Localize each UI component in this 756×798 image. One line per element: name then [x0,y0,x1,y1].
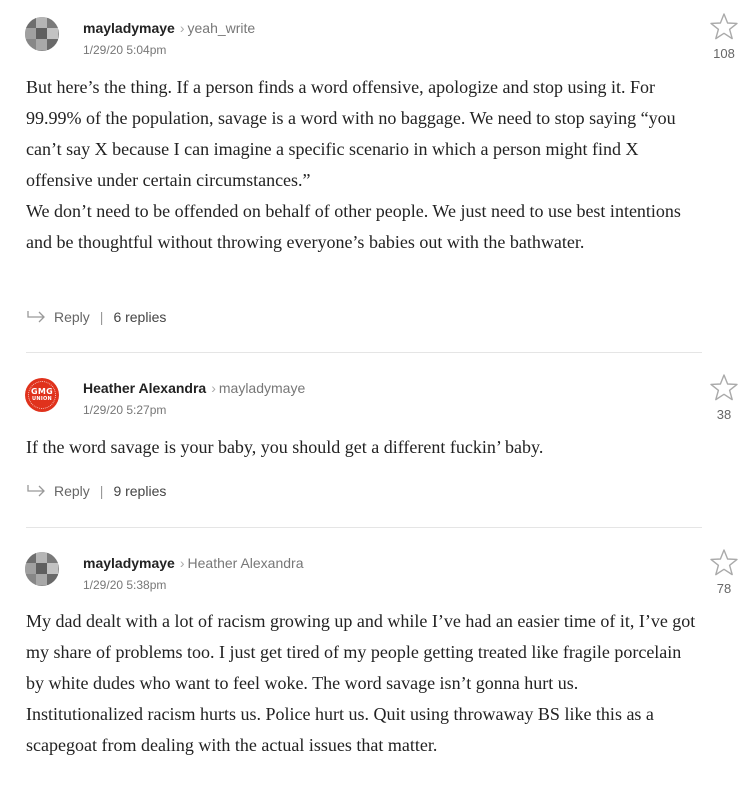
chevron-right-icon: › [211,380,216,396]
comment-actions: Reply | 9 replies [26,483,166,499]
comment-header: mayladymaye › Heather Alexandra [83,554,303,572]
chevron-right-icon: › [179,555,185,571]
star-icon[interactable] [709,373,739,403]
comment-header: Heather Alexandra › mayladymaye [83,379,305,397]
comment-body: But here’s the thing. If a person finds … [26,72,698,258]
reply-to-name[interactable]: Heather Alexandra [188,555,304,571]
replies-link[interactable]: 9 replies [113,483,166,499]
comment-body: My dad dealt with a lot of racism growin… [26,606,698,761]
avatar-ring [28,381,56,409]
separator: | [99,309,104,325]
star-count: 78 [716,581,732,596]
replies-link[interactable]: 6 replies [113,309,166,325]
timestamp[interactable]: 1/29/20 5:38pm [83,578,166,592]
comment: GMG UNION Heather Alexandra › mayladymaye … [0,353,756,528]
avatar[interactable] [25,552,59,586]
comment-header: mayladymaye › yeah_write [83,19,255,37]
reply-button[interactable]: Reply [54,309,90,325]
timestamp[interactable]: 1/29/20 5:27pm [83,403,166,417]
comment: mayladymaye › Heather Alexandra 1/29/20 5:… [0,528,756,798]
author-name[interactable]: mayladymaye [83,555,175,571]
comment-actions: Reply | 6 replies [26,309,166,325]
reply-to-name[interactable]: yeah_write [188,20,256,36]
reply-arrow-icon [27,311,45,323]
star-icon[interactable] [709,548,739,578]
author-name[interactable]: mayladymaye [83,20,175,36]
comment-body: If the word savage is your baby, you sho… [26,432,698,463]
comment-paragraph: But here’s the thing. If a person finds … [26,77,676,190]
reply-to-name[interactable]: mayladymaye [219,380,305,396]
star-count: 38 [716,407,732,422]
star-count: 108 [713,46,735,61]
comment-paragraph: We don’t need to be offended on behalf o… [26,201,681,252]
comment: mayladymaye › yeah_write 1/29/20 5:04pm 10… [0,0,756,353]
star-icon[interactable] [709,12,739,42]
separator: | [99,483,104,499]
author-name[interactable]: Heather Alexandra [83,380,206,396]
comment-paragraph: My dad dealt with a lot of racism growin… [26,611,696,755]
chevron-right-icon: › [179,20,185,36]
timestamp[interactable]: 1/29/20 5:04pm [83,43,166,57]
reply-arrow-icon [27,485,45,497]
reply-button[interactable]: Reply [54,483,90,499]
comment-paragraph: If the word savage is your baby, you sho… [26,437,544,457]
avatar[interactable] [25,17,59,51]
avatar[interactable]: GMG UNION [25,378,59,412]
